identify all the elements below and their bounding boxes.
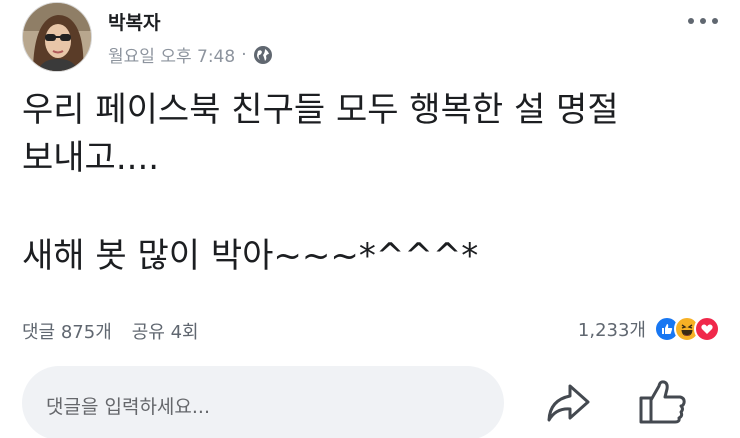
post-timestamp[interactable]: 월요일 오후 7:48 — [108, 42, 235, 67]
reaction-icons[interactable] — [654, 316, 720, 342]
comments-count[interactable]: 댓글 875개 — [22, 318, 112, 344]
post-meta: 월요일 오후 7:48 · — [108, 42, 273, 67]
reactions-summary[interactable]: 1,233개 — [578, 316, 720, 342]
love-reaction-icon — [694, 316, 720, 342]
post-text-line: 새해 봇 많이 박아~~~*^^^* — [22, 236, 479, 276]
author-name[interactable]: 박복자 — [108, 8, 160, 35]
shares-count[interactable]: 공유 4회 — [132, 318, 199, 344]
post-header: 박복자 월요일 오후 7:48 · — [22, 2, 722, 76]
share-icon[interactable] — [544, 380, 592, 424]
comment-input[interactable]: 댓글을 입력하세요... — [22, 366, 504, 438]
post-body: 우리 페이스북 친구들 모두 행복한 설 명절 보내고.... 새해 봇 많이 … — [22, 86, 722, 280]
post-stats: 댓글 875개 공유 4회 1,233개 — [22, 312, 722, 348]
globe-icon — [253, 45, 273, 65]
comment-placeholder: 댓글을 입력하세요... — [46, 396, 210, 418]
post-text-line: 우리 페이스북 친구들 모두 행복한 설 명절 — [22, 90, 619, 130]
reactions-count[interactable]: 1,233개 — [578, 316, 646, 342]
thumbs-up-icon[interactable] — [638, 378, 688, 426]
avatar[interactable] — [22, 2, 92, 72]
meta-separator: · — [241, 44, 247, 65]
more-options-icon[interactable] — [688, 14, 718, 28]
post-text-line: 보내고.... — [22, 138, 160, 178]
